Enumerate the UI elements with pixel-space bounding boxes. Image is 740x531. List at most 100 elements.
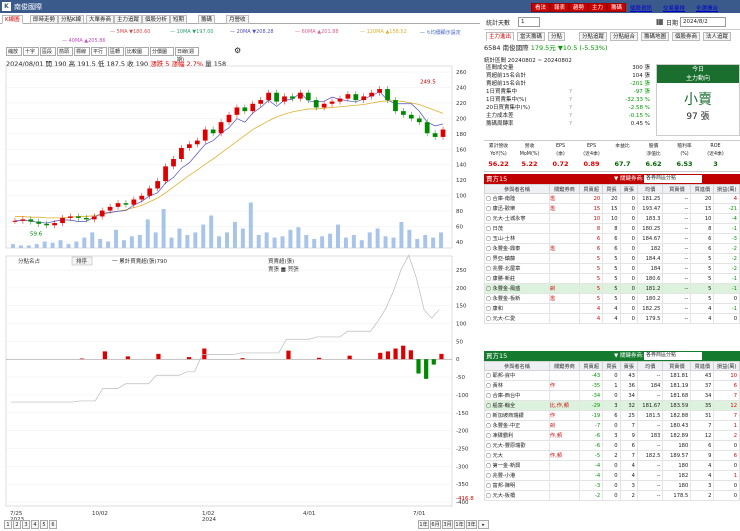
table-cell[interactable]: ▢ 第一金-新興 [484, 460, 550, 471]
top-link-0[interactable]: 個股資訊 [630, 4, 652, 12]
table-cell[interactable]: ▢ 康勝-新莊 [484, 273, 550, 284]
table-row[interactable]: ▢ 船富-翰全 比,作,頻 -29 3 32 181.67 183.59 35 12 [484, 400, 740, 411]
tab-2[interactable]: 分點K線 [58, 15, 85, 24]
table-row[interactable]: ▢ 康勝-新莊 5 5 0 180.6 -- 5 -1 [484, 273, 740, 284]
right-subtab-6[interactable]: 個股券商 [672, 32, 701, 41]
table-row[interactable]: ▢ 永豐金-鳳盛剎 5 5 0 181.2 -- 5 -1 [484, 283, 740, 294]
table-row[interactable]: ▢ 兆豐-北屋章 5 5 0 184 -- 5 -2 [484, 263, 740, 274]
table-cell[interactable]: ▢ 日茂 [484, 223, 550, 234]
range-btn-2[interactable]: 3月 [442, 520, 453, 529]
table-row[interactable]: ▢ 兆豐-小港 -4 0 4 -- 182 4 1 [484, 470, 740, 481]
table-cell[interactable]: ▢ 康迅-歡樂 [484, 203, 550, 214]
page-3[interactable]: 3 [22, 520, 30, 529]
tab-0[interactable]: K線圖 [2, 15, 23, 24]
table-cell[interactable]: ▢ 合庫-西台中 [484, 390, 550, 401]
tool-4[interactable]: 標線 [74, 47, 90, 56]
tab-8[interactable]: 月營收 [226, 15, 249, 24]
table-row[interactable]: ▢ 永豐金-板新濫 5 5 0 180.2 -- 5 0 [484, 293, 740, 304]
table-row[interactable]: ▢ 富邦-陳明 -3 0 3 -- 180 3 0 [484, 480, 740, 491]
table-row[interactable]: ▢ 永豐金-鼎泰濫 6 6 0 182 -- 6 -2 [484, 243, 740, 254]
help-icon[interactable]: ? [569, 120, 572, 128]
table-row[interactable]: ▢ 合庫-南陸濫 20 20 0 181.25 -- 20 4 [484, 193, 740, 204]
table-row[interactable]: ▢ 元大-板橋 -2 0 2 -- 178.5 2 0 [484, 490, 740, 501]
table-row[interactable]: ▢ 界亞-鎮藤 5 5 0 184.4 -- 5 -2 [484, 253, 740, 264]
range-btn-0[interactable]: 1年 [418, 520, 429, 529]
table-cell[interactable]: ▢ 新加坡商瑞銀 [484, 410, 550, 421]
table-row[interactable]: ▢ 康和 4 4 0 182.25 -- 4 -1 [484, 303, 740, 314]
right-subtab-0[interactable]: 主力進出 [486, 32, 515, 41]
table-cell[interactable]: ▢ 康和 [484, 303, 550, 314]
help-icon[interactable]: ? [569, 112, 572, 120]
top-button-4[interactable]: 籌碼 [607, 3, 627, 12]
tab-1[interactable]: 即時走勢 [30, 15, 59, 24]
tool-8[interactable]: 分價圖 [150, 47, 174, 56]
table-cell[interactable]: ▢ 元大-土城永寧 [484, 213, 550, 224]
page-6[interactable]: 6 [49, 520, 57, 529]
range-btn-3[interactable]: 1年 [454, 520, 465, 529]
table-row[interactable]: ▢ 元大-仁愛 4 4 0 179.5 -- 4 0 [484, 313, 740, 324]
tool-6[interactable]: 區轉 [108, 47, 124, 56]
date-select[interactable]: 2024/8/2 [680, 17, 726, 27]
page-1[interactable]: 1 [4, 520, 12, 529]
table-row[interactable]: ▢ 黃林作 -35 1 36 184 181.19 37 6 [484, 380, 740, 391]
right-subtab-1[interactable]: 當天籌碼 [517, 32, 546, 41]
range-btn-1[interactable]: 6月 [430, 520, 441, 529]
table-cell[interactable]: ▢ 元大-板橋 [484, 490, 550, 501]
table-row[interactable]: ▢ 凍碟霸利 作,頻 -6 3 9 183 182.89 12 2 [484, 430, 740, 441]
tab-5[interactable]: 個股分析 [142, 15, 171, 24]
table-row[interactable]: ▢ 新加坡商瑞銀作 -19 6 25 181.5 182.88 31 7 [484, 410, 740, 421]
tool-5[interactable]: 平行 [91, 47, 107, 56]
top-button-3[interactable]: 主力 [588, 3, 608, 12]
tool-2[interactable]: 區段 [40, 47, 56, 56]
table-row[interactable]: ▢ 元大-土城永寧 10 10 0 183.3 -- 10 -4 [484, 213, 740, 224]
table-cell[interactable]: ▢ 黃林 [484, 380, 550, 391]
right-subtab-4[interactable]: 分點組合 [610, 32, 639, 41]
table-row[interactable]: ▢ 康迅-歡樂濫 15 15 0 193.47 -- 15 -21 [484, 203, 740, 214]
table-cell[interactable]: ▢ 永豐金-中正 [484, 420, 550, 431]
right-subtab-3[interactable]: 分點追蹤 [579, 32, 608, 41]
right-subtab-2[interactable]: 分點 [548, 32, 566, 41]
top-button-0[interactable]: 看法 [531, 3, 551, 12]
page-4[interactable]: 4 [31, 520, 39, 529]
top-link-2[interactable]: 全選擇台 [696, 4, 718, 12]
table-row[interactable]: ▢ 第一金-新興 -4 0 4 -- 180 4 0 [484, 460, 740, 471]
page-5[interactable]: 5 [40, 520, 48, 529]
stat-days-select[interactable]: 1 [518, 17, 540, 27]
page-2[interactable]: 2 [13, 520, 21, 529]
table-row[interactable]: ▢ 玉山-士林 6 6 0 184.67 -- 6 -3 [484, 233, 740, 244]
buyer-broker-select[interactable]: 各券商區分點 [644, 352, 702, 360]
tab-4[interactable]: 主力追蹤 [114, 15, 143, 24]
table-cell[interactable]: ▢ 永豐金-鼎泰 [484, 243, 550, 254]
tool-1[interactable]: 十字 [23, 47, 39, 56]
table-cell[interactable]: ▢ 界亞-鎮藤 [484, 253, 550, 264]
table-cell[interactable]: ▢ 永豐金-鳳盛 [484, 283, 550, 294]
calendar-icon[interactable]: ▦ [656, 17, 664, 26]
table-cell[interactable]: ▢ 元大-豐原瑞歡 [484, 440, 550, 451]
seller-broker-select[interactable]: 各券商區分點 [644, 175, 702, 183]
table-row[interactable]: ▢ 耶邦-資中 -43 0 43 -- 181.81 43 10 [484, 370, 740, 381]
table-cell[interactable]: ▢ 兆豐-北屋章 [484, 263, 550, 274]
table-cell[interactable]: ▢ 凍碟霸利 [484, 430, 550, 441]
tool-7[interactable]: 比較圖 [125, 47, 149, 56]
right-subtab-5[interactable]: 籌碼地圖 [641, 32, 670, 41]
tab-6[interactable]: 短期 [170, 15, 188, 24]
table-cell[interactable]: ▢ 元大 [484, 450, 550, 461]
table-row[interactable]: ▢ 合庫-西台中 -34 0 34 -- 181.68 34 7 [484, 390, 740, 401]
help-icon[interactable]: ? [569, 104, 572, 112]
table-cell[interactable]: ▢ 合庫-南陸 [484, 193, 550, 204]
tab-3[interactable]: 大單券商 [86, 15, 115, 24]
table-row[interactable]: ▢ 元大 作,頻 -5 2 7 182.5 189.57 9 6 [484, 450, 740, 461]
table-cell[interactable]: ▢ 船富-翰全 [484, 400, 550, 411]
top-button-1[interactable]: 報表 [550, 3, 570, 12]
top-button-2[interactable]: 趨勢 [569, 3, 589, 12]
table-row[interactable]: ▢ 永豐金-中正剎 -7 0 7 -- 180.43 7 1 [484, 420, 740, 431]
help-icon[interactable]: ? [569, 88, 572, 96]
top-link-1[interactable]: 交易量排 [663, 4, 685, 12]
table-cell[interactable]: ▢ 兆豐-小港 [484, 470, 550, 481]
gear-icon[interactable]: ⚙ [234, 46, 241, 55]
table-cell[interactable]: ▢ 耶邦-資中 [484, 370, 550, 381]
tool-3[interactable]: 箭頭 [57, 47, 73, 56]
table-row[interactable]: ▢ 元大-豐原瑞歡 -6 0 6 -- 180 6 0 [484, 440, 740, 451]
table-cell[interactable]: ▢ 玉山-士林 [484, 233, 550, 244]
chart-area[interactable]: 260240220200180160140120100806040249.559… [0, 56, 480, 531]
